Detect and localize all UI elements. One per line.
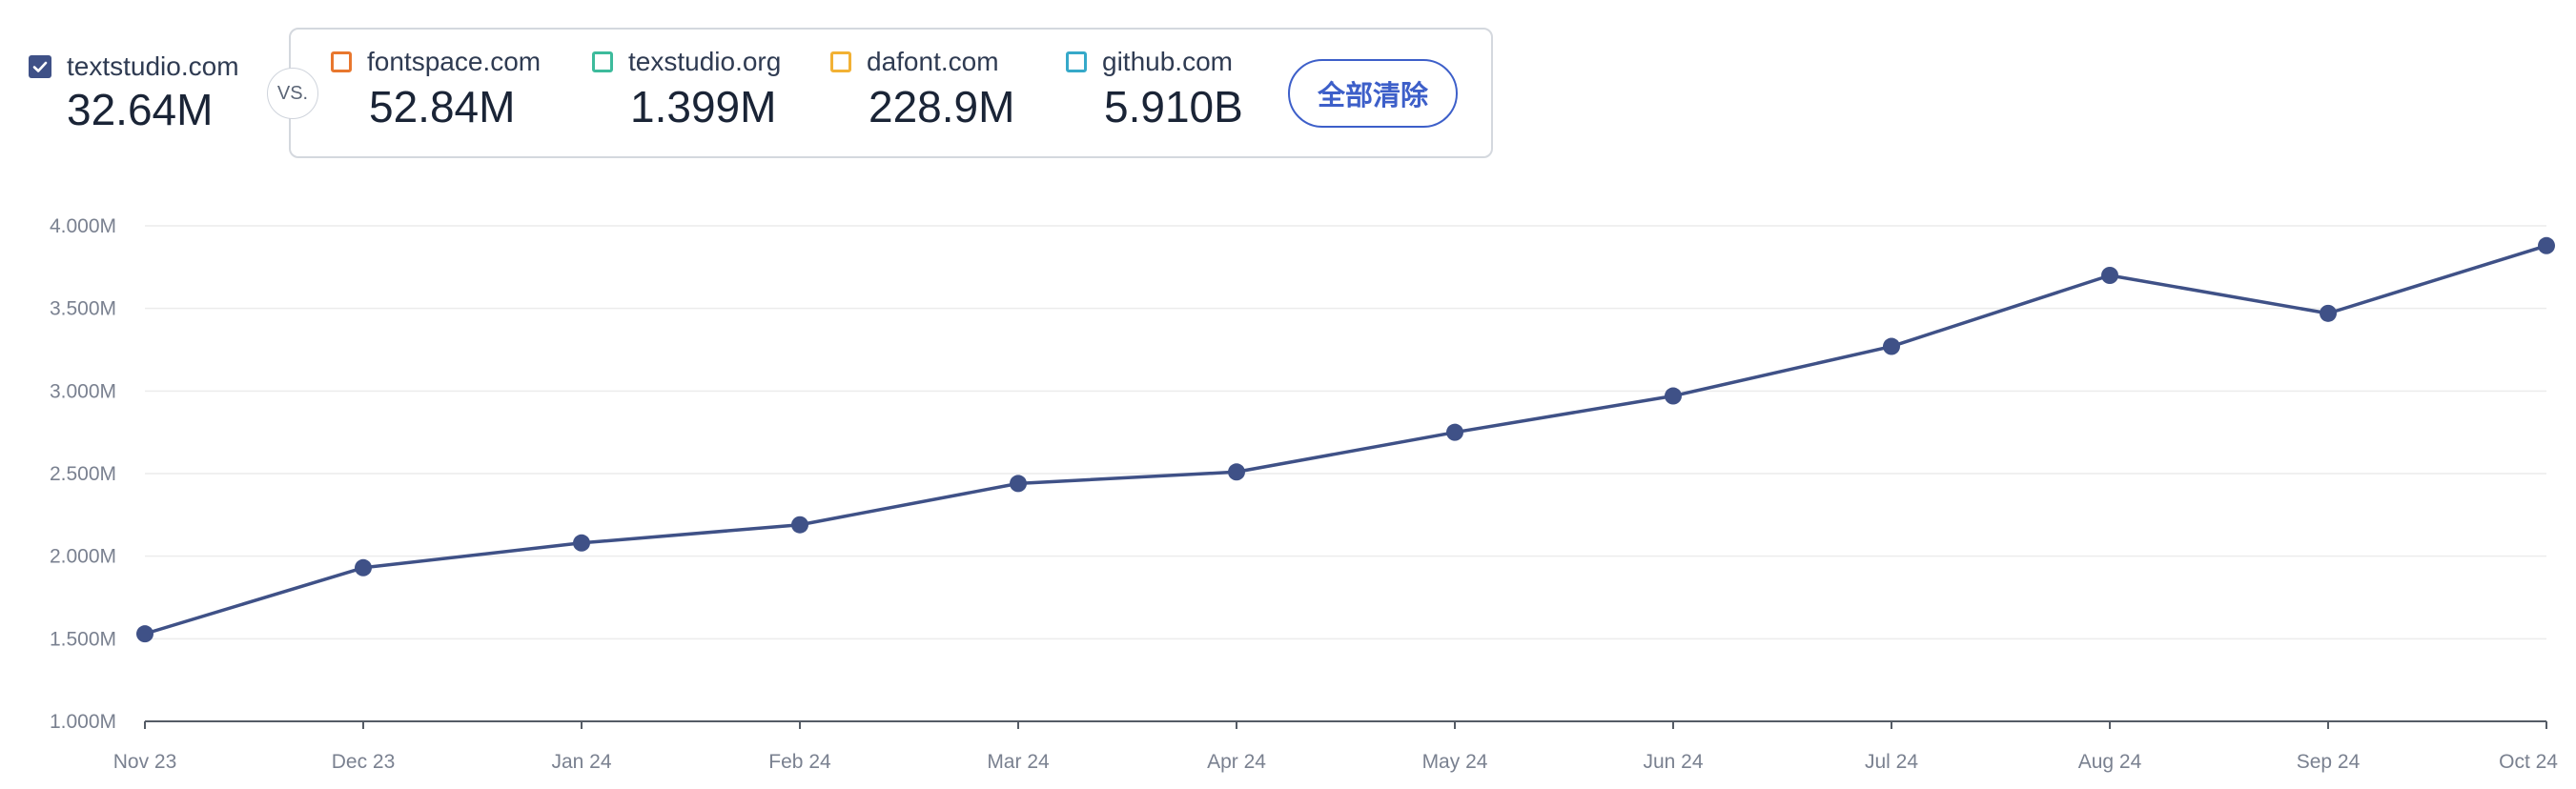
data-point xyxy=(791,516,808,534)
competitor-name: github.com xyxy=(1102,47,1233,76)
vs-badge: VS. xyxy=(267,68,318,119)
competitor-github: github.com 5.910B xyxy=(1066,47,1243,132)
x-tick-label: Nov 23 xyxy=(113,751,177,773)
x-tick-label: Jul 24 xyxy=(1865,751,1918,773)
competitor-texstudio: texstudio.org 1.399M xyxy=(592,47,781,132)
primary-domain-value: 32.64M xyxy=(67,85,214,134)
x-tick-label: Dec 23 xyxy=(332,751,396,773)
primary-domain: textstudio.com 32.64M xyxy=(29,51,239,135)
data-point xyxy=(1883,337,1900,355)
x-tick-label: Feb 24 xyxy=(768,751,831,773)
competitor-panel: fontspace.com 52.84M texstudio.org 1.399… xyxy=(289,28,1493,158)
chart-axes: 1.000M 1.500M 2.000M 2.500M 3.000M 3.500M 4.00… xyxy=(50,215,2558,773)
y-tick-label: 4.000M xyxy=(50,215,116,237)
data-point xyxy=(1228,463,1245,481)
y-tick-label: 1.500M xyxy=(50,628,116,650)
y-tick-label: 3.000M xyxy=(50,380,116,402)
competitor-fontspace: fontspace.com 52.84M xyxy=(331,47,541,132)
x-tick-label: Jun 24 xyxy=(1643,751,1703,773)
y-tick-label: 3.500M xyxy=(50,298,116,320)
x-tick-label: Sep 24 xyxy=(2297,751,2361,773)
competitor-checkbox[interactable] xyxy=(592,51,613,72)
competitor-checkbox[interactable] xyxy=(830,51,851,72)
line-chart: 1.000M 1.500M 2.000M 2.500M 3.000M 3.500M 4.00… xyxy=(50,215,2558,773)
competitor-value: 52.84M xyxy=(369,82,516,132)
data-point xyxy=(1446,423,1463,441)
competitor-dafont: dafont.com 228.9M xyxy=(830,47,1014,132)
data-point xyxy=(2538,236,2555,254)
x-tick-label: May 24 xyxy=(1422,751,1488,773)
competitor-name: dafont.com xyxy=(867,47,999,76)
data-point xyxy=(355,558,372,577)
competitor-value: 228.9M xyxy=(869,82,1015,132)
y-tick-label: 1.000M xyxy=(50,711,116,733)
primary-domain-checkbox[interactable] xyxy=(29,55,51,78)
y-tick-label: 2.000M xyxy=(50,546,116,568)
competitor-value: 5.910B xyxy=(1104,82,1243,132)
y-tick-label: 2.500M xyxy=(50,463,116,485)
competitor-value: 1.399M xyxy=(630,82,777,132)
x-tick-label: Jan 24 xyxy=(551,751,611,773)
series-line xyxy=(144,244,2547,636)
x-tick-label: Mar 24 xyxy=(987,751,1050,773)
data-point xyxy=(136,625,153,643)
data-point xyxy=(2101,267,2118,284)
chart-series xyxy=(136,236,2555,643)
data-point xyxy=(573,534,590,552)
data-point xyxy=(1010,475,1027,493)
clear-all-button[interactable]: 全部清除 xyxy=(1288,59,1458,128)
data-point xyxy=(2320,304,2337,322)
primary-domain-name: textstudio.com xyxy=(67,51,239,81)
x-tick-label: Oct 24 xyxy=(2499,751,2558,773)
data-point xyxy=(1665,387,1682,405)
competitor-checkbox[interactable] xyxy=(1066,51,1087,72)
x-tick-label: Apr 24 xyxy=(1207,751,1266,773)
competitor-name: texstudio.org xyxy=(628,47,782,76)
competitor-checkbox[interactable] xyxy=(331,51,352,72)
x-tick-label: Aug 24 xyxy=(2078,751,2142,773)
competitor-name: fontspace.com xyxy=(367,47,542,76)
